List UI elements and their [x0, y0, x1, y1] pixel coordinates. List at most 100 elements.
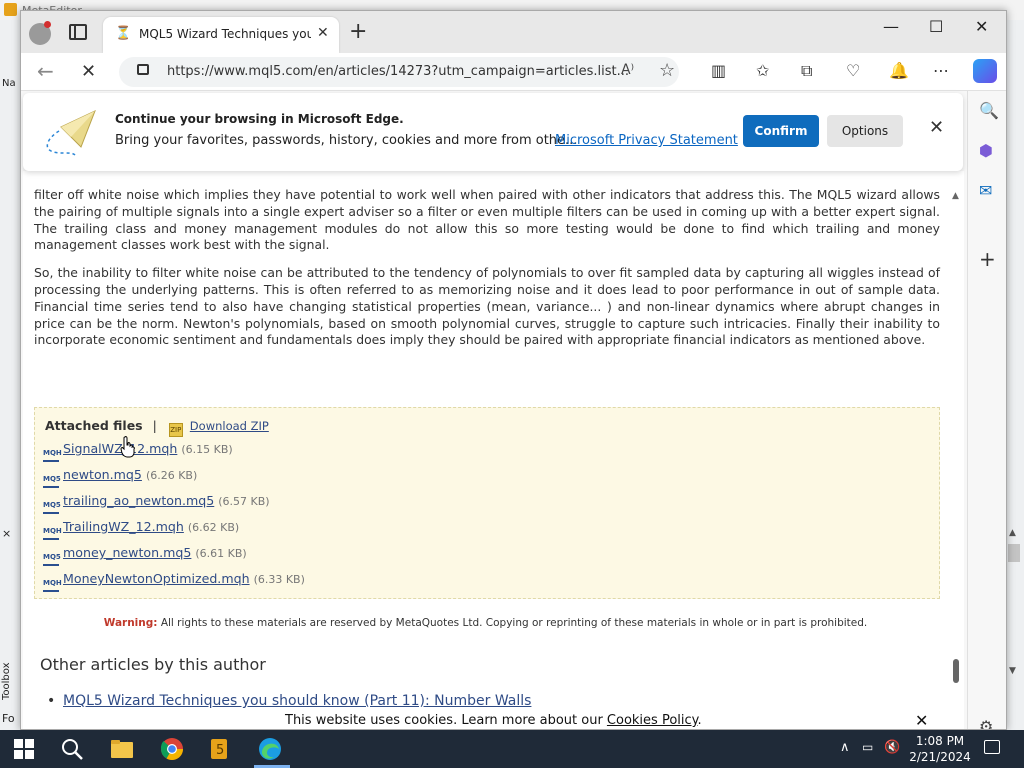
attached-file: MQ5 money_newton.mq5 (6.61 KB) — [43, 542, 247, 566]
edge-sidebar: 🔍 ⬢ ✉ + ⚙ — [967, 91, 1006, 729]
page-scrollbar[interactable]: ▲ — [948, 171, 964, 729]
copyright-warning: Warning: All rights to these materials a… — [23, 617, 948, 629]
zip-icon[interactable]: ZIP — [168, 423, 183, 437]
other-article-link[interactable]: MQL5 Wizard Techniques you should know (… — [47, 693, 531, 709]
attached-files-heading: Attached files — [45, 418, 143, 433]
settings-more-icon[interactable]: ⋯ — [933, 61, 949, 80]
panel-close-icon[interactable]: × — [2, 527, 11, 540]
chrome-icon[interactable] — [160, 737, 184, 761]
background-scrollbar-thumb[interactable] — [1008, 544, 1020, 562]
system-clock[interactable]: 1:08 PM 2/21/2024 — [904, 733, 976, 765]
options-button[interactable]: Options — [827, 115, 903, 147]
edge-browser-window: ⏳ MQL5 Wizard Techniques you sh ✕ + — ☐ … — [20, 10, 1007, 730]
background-scroll-up-icon[interactable]: ▲ — [1009, 528, 1016, 538]
network-icon[interactable]: ▭ — [862, 740, 873, 754]
copilot-icon[interactable] — [973, 59, 997, 83]
maximize-button[interactable]: ☐ — [929, 17, 943, 36]
tray-chevron-icon[interactable]: ∧ — [840, 740, 850, 755]
mq5-file-icon: MQ5 — [43, 552, 61, 566]
file-link[interactable]: TrailingWZ_12.mqh — [63, 519, 184, 534]
active-tab[interactable]: ⏳ MQL5 Wizard Techniques you sh ✕ — [103, 17, 339, 53]
file-size: (6.33 KB) — [253, 573, 305, 586]
mq5-file-icon: MQ5 — [43, 500, 61, 514]
split-screen-icon[interactable]: ▥ — [711, 61, 726, 80]
article-paragraph: filter off white noise which implies the… — [34, 187, 940, 253]
cookie-close-icon[interactable]: ✕ — [915, 711, 928, 729]
mqh-file-icon: MQH — [43, 448, 62, 462]
download-zip-link[interactable]: Download ZIP — [190, 419, 269, 433]
infobar-title: Continue your browsing in Microsoft Edge… — [115, 112, 404, 126]
page-content: filter off white noise which implies the… — [23, 171, 964, 729]
volume-muted-icon[interactable]: 🔇 — [884, 740, 900, 755]
tab-actions-icon[interactable] — [69, 24, 87, 40]
add-sidebar-app-icon[interactable]: + — [979, 247, 996, 271]
windows-start-icon[interactable] — [14, 739, 34, 759]
infobar-close-icon[interactable]: ✕ — [929, 117, 944, 138]
window-close-button[interactable]: ✕ — [975, 17, 988, 36]
favorites-icon[interactable]: ✩ — [756, 61, 769, 80]
read-aloud-icon[interactable]: A⁾ — [621, 62, 634, 78]
outlook-icon[interactable]: ✉ — [979, 181, 992, 200]
cookie-message: This website uses cookies. Learn more ab… — [285, 713, 607, 728]
notification-center-icon[interactable] — [984, 740, 1000, 754]
minimize-button[interactable]: — — [883, 17, 899, 36]
stop-loading-button[interactable]: ✕ — [81, 61, 96, 82]
scroll-up-icon[interactable]: ▲ — [952, 191, 959, 201]
metaeditor-logo-icon — [4, 3, 17, 16]
clock-date: 2/21/2024 — [909, 750, 971, 764]
lock-icon[interactable] — [137, 64, 149, 75]
attached-file: MQ5 newton.mq5 (6.26 KB) — [43, 464, 198, 488]
file-size: (6.26 KB) — [145, 469, 198, 482]
collections-icon[interactable]: ⧉ — [801, 61, 812, 81]
shopping-icon[interactable]: ⬢ — [979, 141, 993, 160]
sidebar-settings-gear-icon[interactable]: ⚙ — [979, 717, 993, 729]
file-link[interactable]: trailing_ao_newton.mq5 — [63, 493, 214, 508]
address-bar[interactable]: https://www.mql5.com/en/articles/14273?u… — [119, 57, 679, 87]
back-button[interactable]: ← — [37, 59, 54, 83]
svg-text:5: 5 — [216, 743, 224, 758]
other-articles-heading: Other articles by this author — [40, 655, 266, 674]
warning-text: All rights to these materials are reserv… — [160, 617, 868, 629]
confirm-button[interactable]: Confirm — [743, 115, 819, 147]
attached-files-header: Attached files | ZIP Download ZIP — [45, 418, 269, 437]
search-icon[interactable]: 🔍 — [979, 101, 999, 120]
hand-cursor-icon — [120, 436, 135, 458]
cookie-banner: This website uses cookies. Learn more ab… — [23, 711, 964, 729]
mqh-file-icon: MQH — [43, 526, 62, 540]
search-icon[interactable] — [60, 737, 84, 761]
privacy-statement-link[interactable]: Microsoft Privacy Statement — [555, 133, 738, 148]
toolbox-label[interactable]: Toolbox — [1, 663, 12, 701]
metaeditor-taskbar-icon[interactable]: 5 — [208, 737, 232, 761]
file-link[interactable]: money_newton.mq5 — [63, 545, 191, 560]
background-left-panel — [0, 20, 22, 730]
file-size: (6.57 KB) — [218, 495, 270, 508]
file-explorer-icon[interactable] — [110, 737, 134, 761]
heading-separator: | — [152, 418, 157, 433]
background-scroll-down-icon[interactable]: ▼ — [1009, 666, 1016, 676]
new-tab-button[interactable]: + — [349, 19, 367, 44]
profile-avatar[interactable] — [29, 21, 51, 45]
file-size: (6.15 KB) — [181, 443, 233, 456]
tab-close-icon[interactable]: ✕ — [317, 25, 329, 41]
background-label-fo: Fo — [2, 712, 15, 725]
url-text[interactable]: https://www.mql5.com/en/articles/14273?u… — [167, 64, 629, 79]
file-link[interactable]: newton.mq5 — [63, 467, 142, 482]
favorite-star-icon[interactable]: ☆ — [659, 60, 675, 81]
tab-title: MQL5 Wizard Techniques you sh — [139, 27, 311, 41]
attached-file: MQHMoneyNewtonOptimized.mqh (6.33 KB) — [43, 568, 305, 592]
edge-import-infobar: Continue your browsing in Microsoft Edge… — [23, 93, 963, 171]
loading-icon: ⏳ — [115, 26, 132, 41]
cookies-policy-link[interactable]: Cookies Policy — [607, 713, 698, 728]
attached-file: MQHSignalWZ_12.mqh (6.15 KB) — [43, 438, 233, 462]
attached-file: MQ5 trailing_ao_newton.mq5 (6.57 KB) — [43, 490, 270, 514]
edge-icon[interactable] — [258, 737, 282, 761]
attached-file: MQHTrailingWZ_12.mqh (6.62 KB) — [43, 516, 239, 540]
file-link[interactable]: MoneyNewtonOptimized.mqh — [63, 571, 250, 586]
notifications-bell-icon[interactable]: 🔔 — [889, 61, 909, 80]
cookie-suffix: . — [697, 713, 702, 728]
article-body: filter off white noise which implies the… — [34, 187, 940, 360]
browser-essentials-icon[interactable]: ♡ — [846, 61, 860, 80]
page-scrollbar-thumb[interactable] — [953, 659, 959, 683]
cookie-text: This website uses cookies. Learn more ab… — [285, 713, 702, 728]
tab-bar: ⏳ MQL5 Wizard Techniques you sh ✕ + — ☐ … — [21, 11, 1006, 53]
